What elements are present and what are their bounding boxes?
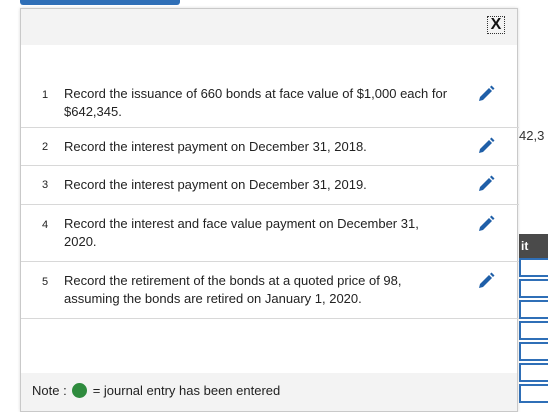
transaction-row[interactable]: 4 Record the interest and face value pay… bbox=[21, 205, 519, 262]
top-tab-indicator bbox=[20, 0, 180, 5]
note-label: Note : bbox=[32, 383, 67, 398]
note-legend-text: = journal entry has been entered bbox=[92, 383, 281, 398]
background-input-cell[interactable] bbox=[519, 363, 548, 382]
background-input-cell[interactable] bbox=[519, 321, 548, 340]
background-input-cell[interactable] bbox=[519, 342, 548, 361]
modal-footer: Note : = journal entry has been entered bbox=[21, 373, 517, 411]
transaction-row[interactable]: 5 Record the retirement of the bonds at … bbox=[21, 262, 519, 319]
transaction-list: 1 Record the issuance of 660 bonds at fa… bbox=[21, 77, 519, 319]
transaction-row[interactable]: 1 Record the issuance of 660 bonds at fa… bbox=[21, 77, 519, 128]
background-input-cell[interactable] bbox=[519, 384, 548, 403]
background-column-header: it bbox=[519, 234, 548, 258]
pencil-icon[interactable] bbox=[477, 137, 495, 155]
background-input-cell[interactable] bbox=[519, 279, 548, 298]
modal-header: X bbox=[21, 9, 517, 45]
entered-status-icon bbox=[71, 383, 87, 398]
legend-note: Note : = journal entry has been entered bbox=[32, 383, 280, 398]
pencil-icon[interactable] bbox=[477, 215, 495, 233]
row-description: Record the interest and face value payme… bbox=[64, 216, 419, 249]
row-number: 3 bbox=[42, 179, 49, 191]
row-description: Record the retirement of the bonds at a … bbox=[64, 273, 402, 306]
row-description: Record the interest payment on December … bbox=[64, 177, 367, 192]
background-input-cell[interactable] bbox=[519, 300, 548, 319]
row-description: Record the issuance of 660 bonds at face… bbox=[64, 86, 448, 119]
transaction-row[interactable]: 3 Record the interest payment on Decembe… bbox=[21, 166, 519, 205]
row-description: Record the interest payment on December … bbox=[64, 139, 367, 154]
pencil-icon[interactable] bbox=[477, 175, 495, 193]
row-number: 5 bbox=[42, 276, 49, 288]
background-input-cell[interactable] bbox=[519, 258, 548, 277]
background-amount: 42,3 bbox=[519, 128, 545, 143]
row-number: 2 bbox=[42, 141, 49, 153]
transaction-row[interactable]: 2 Record the interest payment on Decembe… bbox=[21, 128, 519, 166]
close-icon[interactable]: X bbox=[487, 16, 505, 34]
pencil-icon[interactable] bbox=[477, 85, 495, 103]
row-number: 1 bbox=[42, 89, 49, 101]
pencil-icon[interactable] bbox=[477, 272, 495, 290]
row-number: 4 bbox=[42, 219, 49, 231]
journal-entry-modal: X 1 Record the issuance of 660 bonds at … bbox=[20, 8, 519, 412]
